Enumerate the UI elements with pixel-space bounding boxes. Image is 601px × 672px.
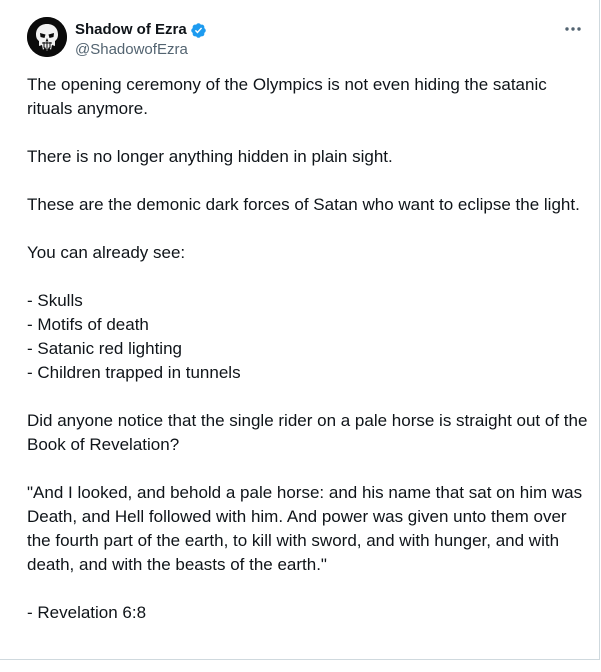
- list-item: - Satanic red lighting: [27, 339, 182, 358]
- list-item: - Motifs of death: [27, 315, 149, 334]
- tweet-header: Shadow of Ezra @ShadowofEzra: [27, 17, 585, 61]
- punisher-skull-icon: [27, 17, 67, 57]
- author-names: Shadow of Ezra @ShadowofEzra: [75, 20, 207, 60]
- list-item: - Skulls: [27, 291, 83, 310]
- verified-badge-icon: [190, 22, 207, 39]
- tweet-text: The opening ceremony of the Olympics is …: [27, 73, 593, 625]
- tweet-paragraph: The opening ceremony of the Olympics is …: [27, 75, 547, 118]
- tweet-quote: "And I looked, and behold a pale horse: …: [27, 483, 583, 574]
- more-horizontal-icon: [565, 27, 581, 31]
- display-name-row: Shadow of Ezra: [75, 20, 207, 40]
- more-options-button[interactable]: [561, 19, 585, 39]
- user-handle[interactable]: @ShadowofEzra: [75, 40, 207, 60]
- tweet-paragraph: Did anyone notice that the single rider …: [27, 411, 588, 454]
- tweet-list: - Skulls - Motifs of death - Satanic red…: [27, 289, 593, 385]
- tweet-paragraph: There is no longer anything hidden in pl…: [27, 147, 393, 166]
- avatar[interactable]: [27, 17, 67, 57]
- display-name[interactable]: Shadow of Ezra: [75, 20, 187, 40]
- list-item: - Children trapped in tunnels: [27, 363, 241, 382]
- tweet-paragraph: These are the demonic dark forces of Sat…: [27, 195, 580, 214]
- tweet-card: Shadow of Ezra @ShadowofEzra The opening…: [0, 0, 600, 660]
- tweet-citation: - Revelation 6:8: [27, 603, 147, 622]
- tweet-paragraph: You can already see:: [27, 243, 186, 262]
